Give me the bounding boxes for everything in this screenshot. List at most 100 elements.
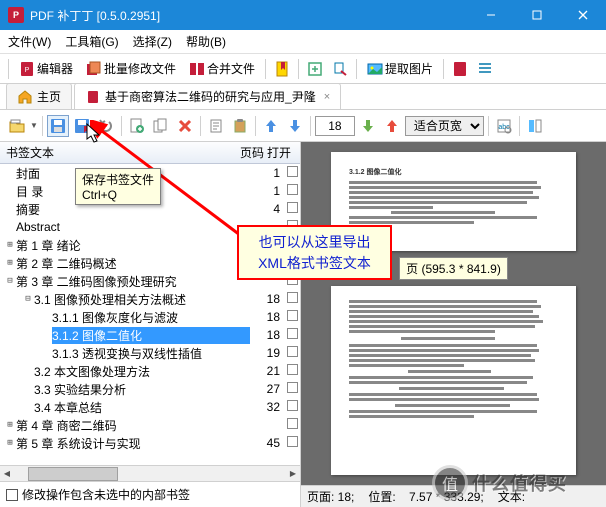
minimize-button[interactable]: [468, 0, 514, 30]
tree-expander-icon[interactable]: [22, 366, 34, 376]
bookmark-item[interactable]: 3.1.3 透视变换与双线性插值19: [0, 344, 300, 362]
watermark: 值 什么值得买: [432, 463, 602, 503]
bookmark-item[interactable]: ⊞第 4 章 商密二维码: [0, 416, 300, 434]
app-icon: P: [8, 7, 24, 23]
view-mode-icon[interactable]: [524, 115, 546, 137]
bookmark-item[interactable]: ⊟3.1 图像预处理相关方法概述18: [0, 290, 300, 308]
zoom-select[interactable]: 适合页宽: [405, 116, 484, 136]
dropdown-arrow-icon[interactable]: ▼: [30, 121, 38, 130]
new-page-icon[interactable]: [126, 115, 148, 137]
bookmark-label: 3.4 本章总结: [34, 399, 250, 416]
bookmark-open-checkbox[interactable]: [284, 292, 300, 306]
arrow-up-icon[interactable]: [260, 115, 282, 137]
tab-close-icon[interactable]: ×: [324, 91, 330, 103]
arrow-down-icon[interactable]: [284, 115, 306, 137]
export-tool-icon[interactable]: [304, 58, 326, 80]
tab-home[interactable]: 主页: [6, 83, 72, 109]
bookmark-item[interactable]: 3.1.2 图像二值化18: [0, 326, 300, 344]
bookmark-open-checkbox[interactable]: [284, 310, 300, 324]
delete-icon[interactable]: [174, 115, 196, 137]
bookmark-label: 3.1.3 透视变换与双线性插值: [52, 345, 250, 362]
bookmark-open-checkbox[interactable]: [284, 184, 300, 198]
bookmark-tree[interactable]: 封面1 目 录1 摘要4 Abstract⊞第 1 章 绪论⊞第 2 章 二维码…: [0, 164, 300, 465]
annotation-callout: 也可以从这里导出 XML格式书签文本: [237, 225, 392, 280]
bookmark-label: 第 5 章 系统设计与实现: [16, 435, 250, 452]
bookmark-open-checkbox[interactable]: [284, 202, 300, 216]
tree-expander-icon[interactable]: ⊞: [4, 420, 16, 430]
page-number-input[interactable]: [315, 116, 355, 136]
bookmark-open-checkbox[interactable]: [284, 400, 300, 414]
tree-expander-icon[interactable]: ⊞: [4, 258, 16, 268]
save-icon[interactable]: [47, 115, 69, 137]
editor-button[interactable]: P 编辑器: [14, 57, 78, 80]
bookmark-label: 第 2 章 二维码概述: [16, 255, 250, 272]
copy-page-icon[interactable]: [150, 115, 172, 137]
menu-help[interactable]: 帮助(B): [186, 33, 226, 50]
tree-expander-icon[interactable]: ⊟: [22, 294, 34, 304]
bookmark-open-checkbox[interactable]: [284, 418, 300, 432]
tree-expander-icon[interactable]: ⊞: [4, 438, 16, 448]
tool-list-icon[interactable]: [474, 58, 496, 80]
bookmark-item[interactable]: 3.3 实验结果分析27: [0, 380, 300, 398]
watermark-logo-icon: 值: [432, 465, 468, 501]
extract-pages-icon[interactable]: [329, 58, 351, 80]
main-toolbar: P 编辑器 批量修改文件 合并文件 提取图片: [0, 54, 606, 84]
undo-icon[interactable]: [95, 115, 117, 137]
page-copy-icon[interactable]: [205, 115, 227, 137]
bookmark-item[interactable]: ⊞第 5 章 系统设计与实现45: [0, 434, 300, 452]
merge-files-button[interactable]: 合并文件: [184, 57, 260, 80]
tree-expander-icon[interactable]: [4, 186, 16, 196]
bookmark-item[interactable]: 3.4 本章总结32: [0, 398, 300, 416]
bookmark-page: 1: [250, 166, 280, 180]
tree-expander-icon[interactable]: ⊟: [4, 276, 16, 286]
nav-up-icon[interactable]: [381, 115, 403, 137]
page-dimension-tooltip: 页 (595.3 * 841.9): [399, 257, 508, 280]
pdf-icon: P: [19, 61, 35, 77]
bookmark-label: 第 3 章 二维码图像预处理研究: [16, 273, 250, 290]
extract-images-button[interactable]: 提取图片: [362, 57, 438, 80]
ocr-icon[interactable]: abc: [493, 115, 515, 137]
bookmark-open-checkbox[interactable]: [284, 382, 300, 396]
tree-expander-icon[interactable]: [4, 204, 16, 214]
bookmark-open-checkbox[interactable]: [284, 436, 300, 450]
image-icon: [367, 61, 383, 77]
tree-expander-icon[interactable]: [22, 402, 34, 412]
tree-expander-icon[interactable]: [40, 312, 52, 322]
close-button[interactable]: [560, 0, 606, 30]
bookmark-open-checkbox[interactable]: [284, 364, 300, 378]
horizontal-scrollbar[interactable]: ◀ ▶: [0, 465, 300, 481]
menu-select[interactable]: 选择(Z): [133, 33, 172, 50]
tree-expander-icon[interactable]: [22, 384, 34, 394]
window-title: PDF 补丁丁 [0.5.0.2951]: [30, 7, 160, 24]
save-bookmark-icon[interactable]: [71, 115, 93, 137]
menu-file[interactable]: 文件(W): [8, 33, 51, 50]
tool-pdf-icon[interactable]: [449, 58, 471, 80]
merge-icon: [189, 61, 205, 77]
bookmark-page: 18: [250, 310, 280, 324]
titlebar: P PDF 补丁丁 [0.5.0.2951]: [0, 0, 606, 30]
batch-modify-button[interactable]: 批量修改文件: [81, 57, 181, 80]
open-icon[interactable]: [6, 115, 28, 137]
tab-document[interactable]: 基于商密算法二维码的研究与应用_尹隆 ×: [74, 83, 341, 109]
tree-expander-icon[interactable]: [4, 168, 16, 178]
tree-expander-icon[interactable]: [40, 348, 52, 358]
bookmark-open-checkbox[interactable]: [284, 328, 300, 342]
bookmark-item[interactable]: 3.1.1 图像灰度化与滤波18: [0, 308, 300, 326]
tree-expander-icon[interactable]: [40, 330, 52, 340]
tree-expander-icon[interactable]: [4, 222, 16, 232]
maximize-button[interactable]: [514, 0, 560, 30]
bookmark-label: 3.2 本文图像处理方法: [34, 363, 250, 380]
document-icon: [85, 89, 101, 105]
tree-expander-icon[interactable]: ⊞: [4, 240, 16, 250]
bookmark-tool-icon[interactable]: [271, 58, 293, 80]
bookmark-open-checkbox[interactable]: [284, 166, 300, 180]
menubar: 文件(W) 工具箱(G) 选择(Z) 帮助(B): [0, 30, 606, 54]
menu-toolbox[interactable]: 工具箱(G): [65, 33, 118, 50]
paste-icon[interactable]: [229, 115, 251, 137]
bookmark-item[interactable]: 3.2 本文图像处理方法21: [0, 362, 300, 380]
preview-viewport[interactable]: 3.1.2 图像二值化 页 (595.3 * 841.9): [301, 142, 606, 485]
bookmark-label: 3.1 图像预处理相关方法概述: [34, 291, 250, 308]
bookmark-open-checkbox[interactable]: [284, 346, 300, 360]
nav-down-icon[interactable]: [357, 115, 379, 137]
include-unselected-checkbox[interactable]: [6, 489, 18, 501]
